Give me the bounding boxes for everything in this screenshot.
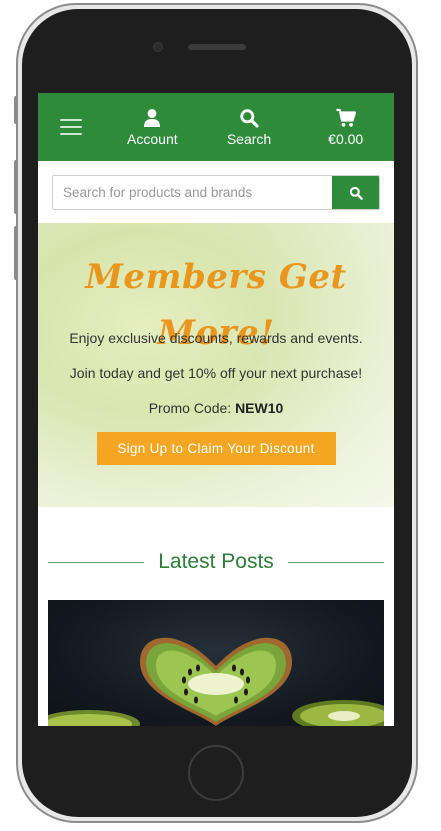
promo-line-1: Enjoy exclusive discounts, rewards and e… — [69, 330, 363, 346]
cart-button[interactable]: €0.00 — [297, 93, 394, 161]
account-button[interactable]: Account — [104, 93, 201, 161]
search-icon — [240, 108, 259, 128]
promo-title: Members Get More! — [85, 257, 347, 353]
search-submit-button[interactable] — [332, 176, 379, 209]
hamburger-icon[interactable] — [38, 93, 104, 161]
search-nav-button[interactable]: Search — [201, 93, 298, 161]
promo-code-label: Promo Code: — [148, 400, 232, 416]
search-nav-label: Search — [226, 130, 272, 147]
phone-volume-up — [14, 160, 18, 214]
search-bar — [52, 175, 380, 210]
search-input[interactable] — [53, 176, 332, 209]
phone-volume-down — [14, 226, 18, 280]
top-nav: Account Search €0.00 — [38, 93, 394, 161]
latest-posts-title: Latest Posts — [158, 550, 274, 573]
latest-posts-heading: Latest Posts — [38, 547, 394, 577]
search-icon — [349, 186, 363, 200]
promo-code-value: NEW10 — [235, 400, 284, 416]
latest-post-image[interactable] — [48, 600, 384, 726]
cart-icon — [336, 108, 356, 127]
account-label: Account — [127, 130, 178, 147]
phone-camera — [153, 42, 163, 52]
signup-claim-discount-button[interactable]: Sign Up to Claim Your Discount — [96, 432, 336, 465]
promo-line-2: Join today and get 10% off your next pur… — [69, 365, 363, 381]
cart-total: €0.00 — [328, 130, 364, 147]
promo-code: Promo Code: NEW10 — [38, 399, 394, 417]
heading-divider-left — [48, 561, 145, 563]
user-icon — [144, 108, 161, 127]
kiwi-photo — [48, 637, 384, 726]
heading-divider-right — [287, 561, 384, 563]
screen: Account Search €0.00 Search for products… — [38, 93, 394, 726]
search-section — [38, 161, 394, 223]
phone-speaker — [188, 44, 246, 50]
phone-mute-switch — [14, 96, 18, 124]
phone-home-button[interactable] — [188, 745, 244, 801]
members-promo-banner: Members Get More! Enjoy exclusive discou… — [38, 223, 394, 507]
